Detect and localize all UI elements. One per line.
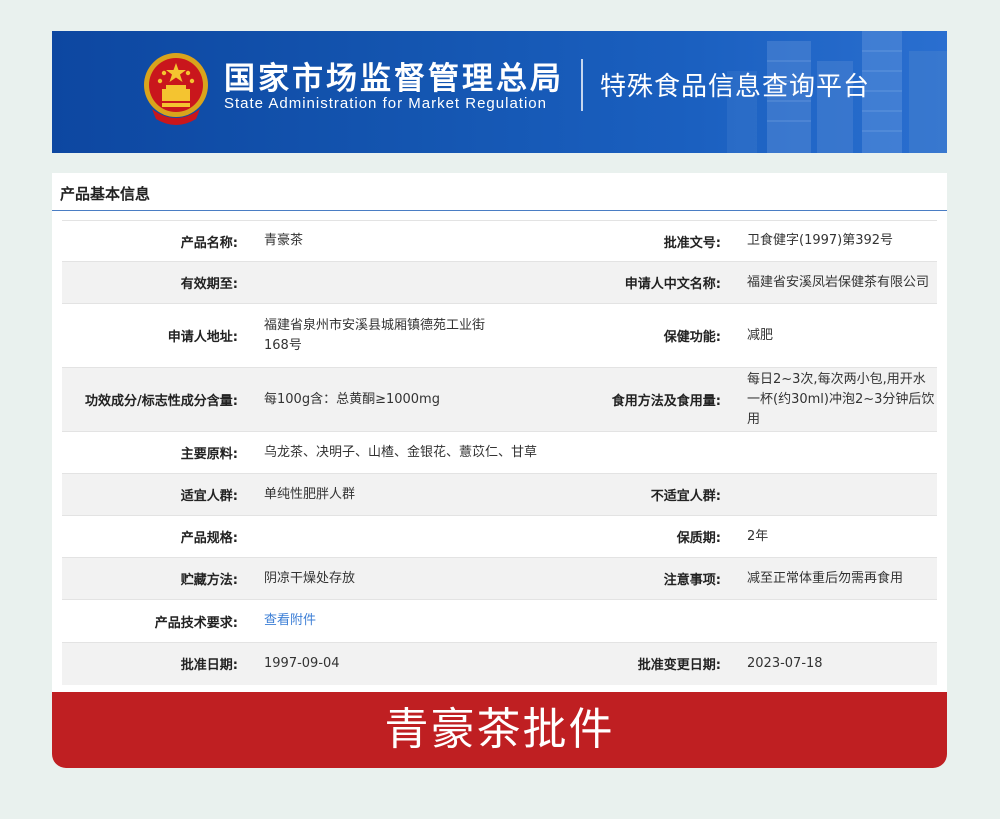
shelf-life-label: 保质期: — [676, 531, 721, 546]
product-info-table: 产品名称: 青豪茶 批准文号: 卫食健字(1997)第392号 有效期至: 申请… — [62, 220, 937, 685]
ingredient-content-label: 功效成分/标志性成分含量: — [85, 394, 238, 409]
storage-label: 贮藏方法: — [180, 573, 238, 588]
tech-req-label: 产品技术要求: — [154, 615, 238, 631]
table-row: 适宜人群: 单纯性肥胖人群 不适宜人群: — [62, 473, 937, 516]
health-function-label: 保健功能: — [663, 330, 721, 345]
unsuitable-label: 不适宜人群: — [650, 489, 721, 504]
panel-title-underline — [52, 210, 947, 211]
table-row: 产品技术要求: 查看附件 — [62, 599, 937, 643]
table-row: 主要原料: 乌龙茶、决明子、山楂、金银花、薏苡仁、甘草 — [62, 431, 937, 474]
change-date-label: 批准变更日期: — [637, 658, 721, 674]
product-name-value: 青豪茶 — [264, 233, 304, 248]
usage-value: 每日2~3次,每次两小包,用开水一杯(约30ml)冲泡2~3分钟后饮用 — [747, 371, 935, 427]
change-date-value: 2023-07-18 — [747, 655, 823, 671]
table-row: 批准日期: 1997-09-04 批准变更日期: 2023-07-18 — [62, 642, 937, 685]
table-row: 产品规格: 保质期: 2年 — [62, 515, 937, 558]
platform-subtitle: 特殊食品信息查询平台 — [600, 72, 871, 102]
site-header: 国家市场监督管理总局 State Administration for Mark… — [52, 31, 947, 153]
table-row: 功效成分/标志性成分含量: 每100g含：总黄酮≥1000mg 食用方法及食用量… — [62, 367, 937, 432]
unsuitable-value — [745, 474, 937, 516]
suitable-label: 适宜人群: — [180, 489, 238, 504]
valid-until-label: 有效期至: — [180, 277, 238, 292]
approval-date-label: 批准日期: — [180, 658, 238, 674]
approval-no-label: 批准文号: — [663, 235, 721, 251]
valid-until-value — [262, 262, 502, 304]
usage-label: 食用方法及食用量: — [611, 394, 721, 409]
health-function-value: 减肥 — [747, 327, 774, 343]
table-row: 申请人地址: 福建省泉州市安溪县城厢镇德苑工业街168号 保健功能: 减肥 — [62, 303, 937, 368]
spec-label: 产品规格: — [180, 531, 238, 546]
panel-title: 产品基本信息 — [60, 185, 151, 203]
notes-label: 注意事项: — [663, 573, 721, 588]
approval-date-value: 1997-09-04 — [264, 655, 340, 671]
storage-value: 阴凉干燥处存放 — [264, 570, 356, 586]
applicant-address-label: 申请人地址: — [167, 330, 238, 345]
agency-title-en: State Administration for Market Regulati… — [224, 95, 547, 112]
table-row: 产品名称: 青豪茶 批准文号: 卫食健字(1997)第392号 — [62, 220, 937, 262]
national-emblem-icon — [144, 53, 208, 125]
ingredient-content-value: 每100g含：总黄酮≥1000mg — [264, 391, 440, 407]
main-materials-label: 主要原料: — [180, 447, 238, 462]
applicant-cn-value: 福建省安溪凤岩保健茶有限公司 — [747, 274, 930, 290]
product-name-label: 产品名称: — [180, 235, 238, 251]
suitable-value: 单纯性肥胖人群 — [264, 486, 356, 502]
table-row: 有效期至: 申请人中文名称: 福建省安溪凤岩保健茶有限公司 — [62, 261, 937, 304]
product-info-panel: 产品基本信息 产品名称: 青豪茶 批准文号: 卫食健字(1997)第392号 有… — [52, 173, 947, 693]
notes-value: 减至正常体重后勿需再食用 — [747, 570, 904, 586]
shelf-life-value: 2年 — [747, 528, 769, 544]
main-materials-value: 乌龙茶、决明子、山楂、金银花、薏苡仁、甘草 — [264, 444, 538, 460]
agency-title-cn: 国家市场监督管理总局 — [224, 61, 564, 97]
applicant-address-value: 福建省泉州市安溪县城厢镇德苑工业街168号 — [264, 317, 486, 353]
approval-no-value: 卫食健字(1997)第392号 — [747, 233, 894, 248]
spec-value — [262, 516, 502, 558]
approval-banner: 青豪茶批件 — [52, 692, 947, 768]
view-attachment-link[interactable]: 查看附件 — [264, 613, 316, 628]
applicant-cn-label: 申请人中文名称: — [624, 277, 721, 292]
table-row: 贮藏方法: 阴凉干燥处存放 注意事项: 减至正常体重后勿需再食用 — [62, 557, 937, 600]
header-divider — [581, 59, 583, 111]
tech-req-cell: 查看附件 — [262, 600, 937, 643]
